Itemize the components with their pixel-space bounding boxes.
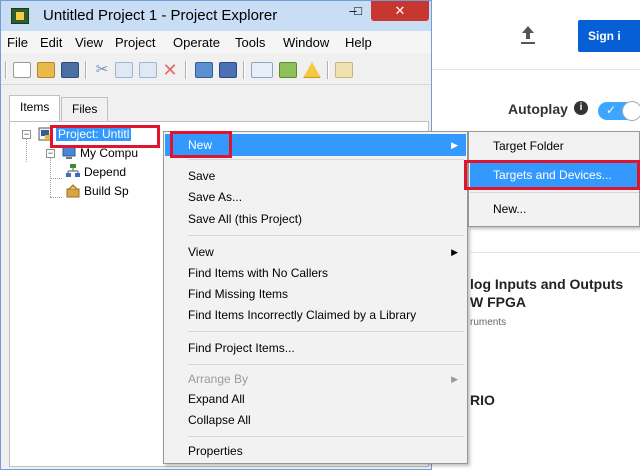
- build-specifications-icon: [66, 184, 80, 198]
- info-icon[interactable]: i: [574, 101, 588, 115]
- labview-project-icon: [11, 8, 29, 24]
- maximize-button[interactable]: □: [345, 1, 371, 21]
- collapse-toggle[interactable]: −: [22, 130, 31, 139]
- tree-item-project[interactable]: Project: Untitl: [56, 126, 132, 142]
- menu-item-save-all[interactable]: Save All (this Project): [165, 208, 466, 230]
- menu-separator: [188, 436, 464, 437]
- menu-item-save-as[interactable]: Save As...: [165, 186, 466, 208]
- menu-item-label: Arrange By: [188, 372, 249, 386]
- tree-item-build-specifications[interactable]: Build Sp: [84, 183, 129, 199]
- tree-connector: [50, 197, 62, 198]
- build-icon[interactable]: [195, 62, 213, 78]
- computer-icon: [62, 146, 76, 159]
- menu-item-label: New: [188, 138, 213, 152]
- context-menu: New ▶ Save Save As... Save All (this Pro…: [163, 131, 468, 464]
- submenu-item-target-folder[interactable]: Target Folder: [470, 134, 639, 158]
- title-bar[interactable]: Untitled Project 1 - Project Explorer – …: [1, 1, 431, 31]
- collapse-toggle[interactable]: −: [46, 149, 55, 158]
- menu-edit[interactable]: Edit: [40, 35, 62, 50]
- menu-item-collapse-all[interactable]: Collapse All: [165, 409, 466, 431]
- recommended-video-channel[interactable]: ruments: [470, 317, 506, 328]
- menu-file[interactable]: File: [7, 35, 28, 50]
- menu-operate[interactable]: Operate: [173, 35, 220, 50]
- tab-files[interactable]: Files: [61, 97, 109, 121]
- menu-tools[interactable]: Tools: [235, 35, 265, 50]
- autoplay-label: Autoplay: [508, 101, 568, 117]
- menu-item-view[interactable]: View ▶: [165, 241, 466, 263]
- menu-separator: [470, 192, 639, 193]
- tree-item-dependencies[interactable]: Depend: [84, 164, 126, 180]
- explorer-tabs: Items Files: [1, 95, 431, 121]
- tree-connector: [50, 178, 62, 179]
- submenu-item-targets-and-devices[interactable]: Targets and Devices...: [470, 163, 639, 187]
- submenu-arrow-icon: ▶: [451, 374, 458, 384]
- dependencies-icon: [66, 164, 80, 177]
- paste-icon[interactable]: [139, 62, 157, 78]
- deploy-icon[interactable]: [219, 62, 237, 78]
- submenu-item-new[interactable]: New...: [470, 197, 639, 221]
- divider: [470, 252, 640, 253]
- menu-separator: [188, 331, 464, 332]
- warning-icon[interactable]: [303, 62, 321, 78]
- title-line-2: W FPGA: [470, 294, 526, 310]
- toolbar-separator: [327, 61, 329, 79]
- menu-item-save[interactable]: Save: [165, 165, 466, 187]
- save-all-icon[interactable]: [61, 62, 79, 78]
- sign-in-button[interactable]: Sign i: [578, 20, 640, 52]
- menu-item-find-missing[interactable]: Find Missing Items: [165, 283, 466, 305]
- checkmark-icon: ✓: [606, 103, 617, 117]
- copy-icon[interactable]: [115, 62, 133, 78]
- menu-separator: [188, 364, 464, 365]
- recommended-video-title[interactable]: log Inputs and Outputs W FPGA: [470, 275, 623, 311]
- menu-help[interactable]: Help: [345, 35, 372, 50]
- new-submenu: Target Folder Targets and Devices... New…: [468, 131, 640, 227]
- close-button[interactable]: ✕: [371, 1, 429, 21]
- toolbar-separator: [243, 61, 245, 79]
- menu-separator: [188, 235, 464, 236]
- toolbar-separator: [185, 61, 187, 79]
- submenu-arrow-icon: ▶: [451, 247, 458, 257]
- project-file-icon: [38, 127, 52, 141]
- menu-view[interactable]: View: [75, 35, 103, 50]
- toggle-knob: [622, 101, 640, 121]
- menu-item-find-no-callers[interactable]: Find Items with No Callers: [165, 262, 466, 284]
- upload-icon[interactable]: [520, 24, 536, 46]
- new-file-icon[interactable]: [13, 62, 31, 78]
- menu-item-find-incorrectly-claimed[interactable]: Find Items Incorrectly Claimed by a Libr…: [165, 304, 466, 326]
- title-line-1: log Inputs and Outputs: [470, 276, 624, 292]
- menu-item-expand-all[interactable]: Expand All: [165, 388, 466, 410]
- submenu-arrow-icon: ▶: [451, 140, 458, 150]
- menu-item-arrange-by[interactable]: Arrange By ▶: [165, 368, 466, 390]
- autoplay-toggle[interactable]: ✓: [598, 101, 640, 121]
- menu-item-new[interactable]: New ▶: [165, 134, 466, 156]
- menu-project[interactable]: Project: [115, 35, 155, 50]
- menu-window[interactable]: Window: [283, 35, 329, 50]
- tree-item-my-computer[interactable]: My Compu: [80, 145, 138, 161]
- menu-item-label: View: [188, 245, 214, 259]
- toolbar-separator: [85, 61, 87, 79]
- recommended-video-title-2[interactable]: RIO: [470, 392, 495, 408]
- dependencies-icon[interactable]: [335, 62, 353, 78]
- window-title: Untitled Project 1 - Project Explorer: [43, 7, 278, 24]
- delete-icon[interactable]: ✕: [161, 61, 179, 79]
- tab-items[interactable]: Items: [9, 95, 61, 121]
- menu-separator: [188, 159, 464, 160]
- open-folder-icon[interactable]: [37, 62, 55, 78]
- view-dropdown-icon[interactable]: [251, 62, 273, 78]
- cut-icon[interactable]: ✂: [93, 62, 111, 78]
- background-topbar: Sign i: [430, 0, 640, 70]
- menu-item-properties[interactable]: Properties: [165, 440, 466, 462]
- tree-connector: [50, 155, 51, 197]
- toolbar-separator: [5, 61, 7, 79]
- menu-bar: File Edit View Project Operate Tools Win…: [1, 31, 431, 53]
- file-info-icon[interactable]: [279, 62, 297, 78]
- menu-item-find-project-items[interactable]: Find Project Items...: [165, 337, 466, 359]
- toolbar: ✂ ✕: [1, 55, 431, 85]
- project-label: Project: Untitl: [56, 127, 132, 141]
